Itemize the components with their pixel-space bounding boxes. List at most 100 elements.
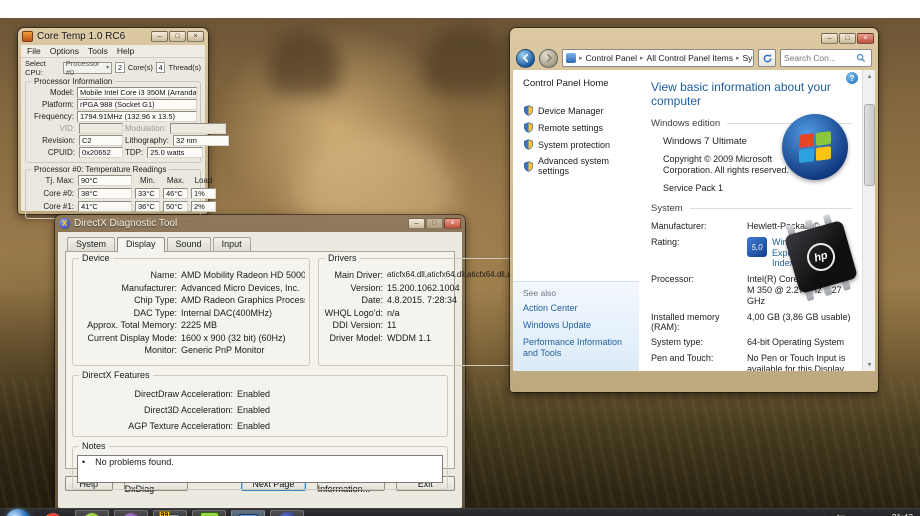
field-value: 11 xyxy=(387,320,397,330)
cpu-dropdown[interactable]: Processor #0 ▾ xyxy=(62,59,113,77)
taskbar-item-system[interactable] xyxy=(231,510,265,516)
scrollbar-thumb[interactable] xyxy=(864,104,875,186)
field-value: aticfx64.dll,aticfx64.dll,aticfx64.dll,a xyxy=(387,270,512,279)
field-label: Version: xyxy=(350,282,383,293)
breadcrumb-system[interactable]: System xyxy=(743,53,753,63)
processor-info-group: Processor Information Model: Mobile Intel… xyxy=(25,77,230,163)
menu-tools[interactable]: Tools xyxy=(88,46,108,56)
clock[interactable]: 21:42 17.2.2016. xyxy=(873,512,913,516)
breadcrumb-control-panel[interactable]: Control Panel xyxy=(586,53,638,63)
field-value: Mobile Intel Core i3 350M (Arrandale) xyxy=(77,87,197,98)
refresh-button[interactable] xyxy=(758,49,776,67)
sidebar-item-label: Advanced system settings xyxy=(538,156,610,176)
menu-help[interactable]: Help xyxy=(117,46,134,56)
windows-logo xyxy=(782,114,848,180)
forward-button[interactable] xyxy=(539,48,558,68)
start-button[interactable] xyxy=(5,508,31,516)
minimize-icon[interactable]: – xyxy=(408,218,425,229)
close-icon[interactable]: × xyxy=(857,32,874,44)
field-value: 1794.91MHz (132.96 x 13.5) xyxy=(77,111,197,122)
tab-input[interactable]: Input xyxy=(212,237,251,252)
maximize-icon: □ xyxy=(426,218,443,229)
page-title: View basic information about your comput… xyxy=(651,80,831,108)
field-label: DDI Version: xyxy=(332,320,383,330)
field-value: AMD Radeon Graphics Processor (0x68E0) xyxy=(181,295,305,305)
menu-options[interactable]: Options xyxy=(50,46,79,56)
minimize-icon[interactable]: – xyxy=(151,31,168,42)
search-box[interactable] xyxy=(780,49,872,67)
dxdiag-title: DirectX Diagnostic Tool xyxy=(74,218,178,229)
field-value: 4,00 GB (3,86 GB usable) xyxy=(747,311,851,322)
chrome-icon xyxy=(44,512,62,516)
back-button[interactable] xyxy=(516,48,535,68)
volume-icon[interactable] xyxy=(818,513,830,516)
field-label: Revision: xyxy=(42,136,75,145)
link-action-center[interactable]: Action Center xyxy=(523,303,631,314)
taskbar-item-chrome[interactable] xyxy=(36,510,70,516)
core-load: 2% xyxy=(191,201,216,212)
field-value: 2225 MB xyxy=(181,320,218,330)
sidebar-item-system-protection[interactable]: System protection xyxy=(523,139,639,150)
minimize-icon[interactable]: – xyxy=(821,32,838,44)
address-bar[interactable]: ▸ Control Panel ▸ All Control Panel Item… xyxy=(562,49,754,67)
badge-99: 99 xyxy=(158,510,171,516)
see-also-panel: See also Action Center Windows Update Pe… xyxy=(513,281,639,371)
system-tray: HR ▲ 41 21:42 17.2.2016. xyxy=(763,512,920,516)
shield-icon xyxy=(524,160,533,172)
field-value: Generic PnP Monitor xyxy=(181,345,265,355)
sidebar-item-remote-settings[interactable]: Remote settings xyxy=(523,122,639,133)
system-section-header: System xyxy=(651,203,683,214)
breadcrumb-all-items[interactable]: All Control Panel Items xyxy=(647,53,733,63)
scroll-up-icon[interactable]: ▲ xyxy=(863,70,875,83)
table-row: Core #1: 41°C 36°C 50°C 2% xyxy=(29,201,216,212)
coretemp-titlebar[interactable]: Core Temp 1.0 RC6 – □ × xyxy=(18,28,208,45)
dxdiag-window: X DirectX Diagnostic Tool – □ × System D… xyxy=(55,215,517,514)
maximize-icon[interactable]: □ xyxy=(839,32,856,44)
help-icon[interactable]: ? xyxy=(846,72,858,84)
search-input[interactable] xyxy=(784,53,856,63)
field-label: Driver Model: xyxy=(329,332,383,343)
link-performance-information[interactable]: Performance Information and Tools xyxy=(523,337,631,359)
link-windows-update[interactable]: Windows Update xyxy=(523,320,631,331)
tab-sound[interactable]: Sound xyxy=(166,237,211,252)
taskbar: µ 99 X HR ▲ 41 xyxy=(0,508,920,516)
close-icon[interactable]: × xyxy=(444,218,461,229)
refresh-icon xyxy=(763,53,771,62)
sidebar-item-advanced-system-settings[interactable]: Advanced system settings xyxy=(523,156,639,176)
sidebar-item-control-panel-home[interactable]: Control Panel Home xyxy=(523,78,639,89)
maximize-icon[interactable]: □ xyxy=(169,31,186,42)
action-center-flag-icon[interactable] xyxy=(836,513,847,516)
core-label: Core #0: xyxy=(43,189,74,198)
taskbar-item-dxdiag[interactable]: X xyxy=(270,510,304,516)
system-titlebar[interactable]: – □ × xyxy=(510,28,878,46)
shield-icon xyxy=(524,139,533,150)
menu-file[interactable]: File xyxy=(27,46,41,56)
device-header: Device xyxy=(79,253,113,263)
field-label: System type: xyxy=(651,336,704,347)
field-label: Approx. Total Memory: xyxy=(87,320,177,330)
close-icon[interactable]: × xyxy=(187,31,204,42)
taskbar-item-viber[interactable] xyxy=(114,510,148,516)
core-max: 50°C xyxy=(163,201,188,212)
field-value: 25.0 watts xyxy=(147,147,204,158)
sidebar-item-device-manager[interactable]: Device Manager xyxy=(523,105,639,116)
see-also-header: See also xyxy=(523,288,557,298)
system-window: – □ × ▸ Control Panel ▸ All Control Pane… xyxy=(510,28,878,392)
scroll-down-icon[interactable]: ▲ xyxy=(863,358,875,371)
taskbar-item-utorrent[interactable]: µ xyxy=(75,510,109,516)
dxdiag-titlebar[interactable]: X DirectX Diagnostic Tool – □ × xyxy=(55,215,465,232)
features-header: DirectX Features xyxy=(79,370,153,380)
tab-system[interactable]: System xyxy=(67,237,116,252)
coretemp-title: Core Temp 1.0 RC6 xyxy=(37,31,126,42)
field-label: Platform: xyxy=(41,100,74,109)
tab-display[interactable]: Display xyxy=(117,237,165,252)
scrollbar[interactable]: ▲ ▲ xyxy=(862,70,875,371)
system-body: Control Panel Home Device Manager Remote… xyxy=(513,70,875,371)
field-label: Main Driver: xyxy=(334,270,383,280)
notes-listbox[interactable]: • No problems found. xyxy=(77,455,443,483)
taskbar-item-image-viewer[interactable]: 99 xyxy=(153,510,187,516)
field-value: C2 xyxy=(79,135,123,146)
field-label: Model: xyxy=(49,88,74,97)
forward-arrow-icon xyxy=(546,53,552,63)
taskbar-item-coretemp[interactable] xyxy=(192,510,226,516)
